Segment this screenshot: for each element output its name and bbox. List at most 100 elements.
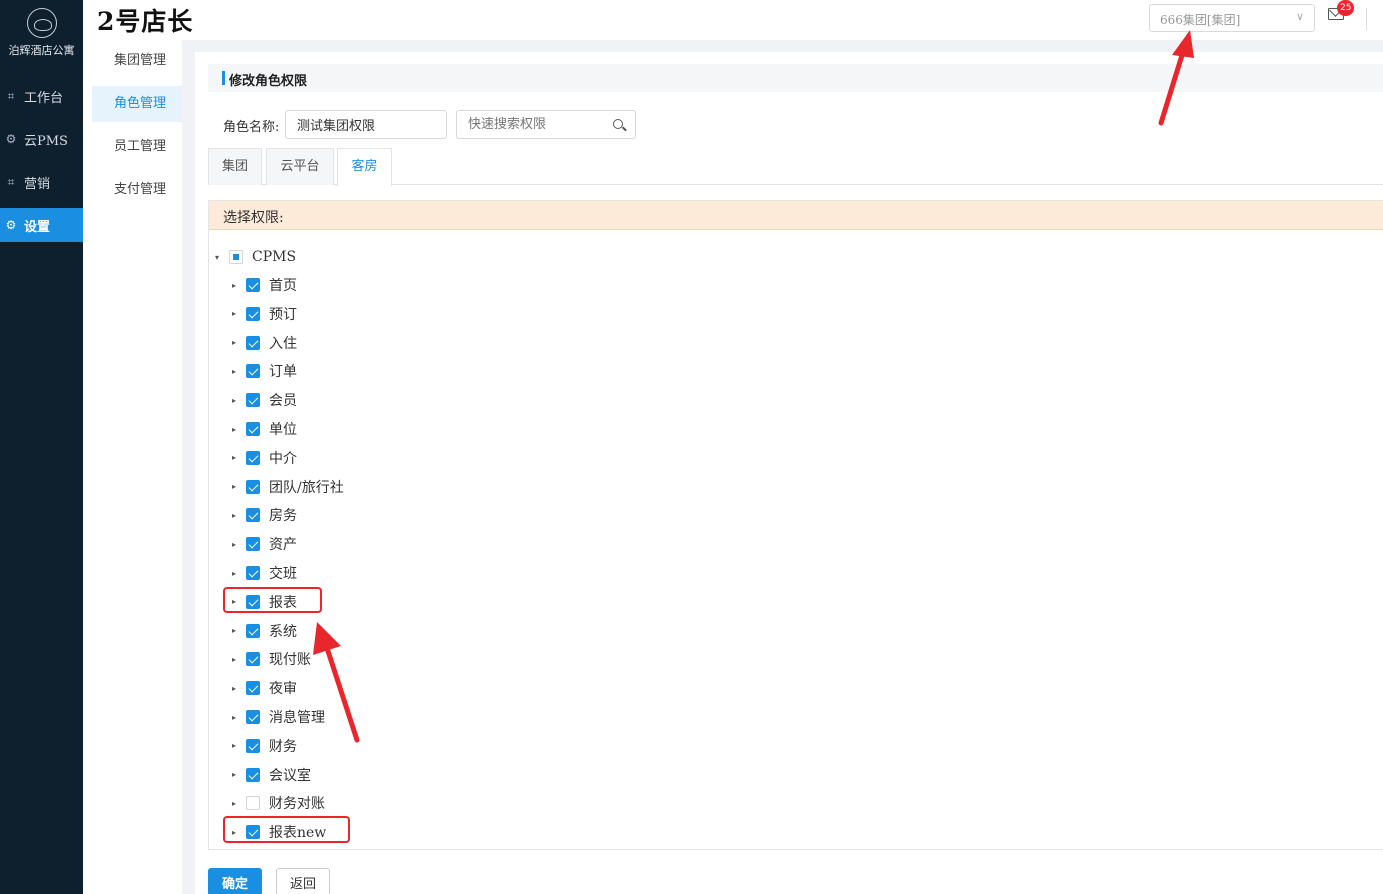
permission-search-input[interactable]	[456, 110, 636, 139]
caret-right-icon[interactable]: ▸	[232, 425, 242, 434]
tab-group[interactable]: 集团	[208, 148, 262, 185]
nav-item-label: 营销	[24, 176, 51, 192]
nav-item-label: 设置	[24, 219, 51, 235]
permission-checkbox[interactable]	[246, 508, 260, 523]
tree-node-item: ▸ 首页	[232, 274, 297, 296]
submenu-item-staff[interactable]: 员工管理	[92, 129, 182, 165]
caret-right-icon[interactable]: ▸	[232, 741, 242, 750]
permission-checkbox[interactable]	[246, 422, 260, 436]
permission-checkbox[interactable]	[246, 364, 260, 379]
workspace-icon: ⌗	[7, 89, 15, 103]
annotation-highlight	[223, 587, 322, 613]
submenu-item-roles[interactable]: 角色管理	[92, 86, 182, 122]
permission-label: 交班	[269, 566, 297, 582]
permission-checkbox[interactable]	[246, 278, 260, 292]
caret-down-icon[interactable]: ▾	[215, 253, 225, 262]
permission-checkbox[interactable]	[229, 250, 243, 264]
left-nav: 泊辉酒店公寓 ⌗ 工作台 ⚙ 云PMS ⌗ 营销 ⚙ 设置	[0, 0, 83, 894]
tree-node-item: ▸ 财务	[232, 735, 297, 757]
permission-label: 团队/旅行社	[269, 479, 344, 496]
permission-label: 财务对账	[269, 796, 325, 813]
app-title: 2号店长	[97, 7, 194, 36]
caret-right-icon[interactable]: ▸	[232, 799, 242, 808]
nav-item-label: 云PMS	[24, 133, 68, 149]
permission-label: 资产	[269, 537, 297, 554]
caret-right-icon[interactable]: ▸	[232, 367, 242, 376]
page-title: 修改角色权限	[229, 74, 308, 89]
caret-right-icon[interactable]: ▸	[232, 770, 242, 779]
caret-right-icon[interactable]: ▸	[232, 453, 242, 462]
caret-right-icon[interactable]: ▸	[232, 626, 242, 635]
back-button[interactable]: 返回	[276, 868, 330, 894]
brand-logo: 泊辉酒店公寓	[0, 0, 83, 70]
caret-right-icon[interactable]: ▸	[232, 540, 242, 549]
caret-right-icon[interactable]: ▸	[232, 338, 242, 347]
caret-right-icon[interactable]: ▸	[232, 511, 242, 520]
gear-icon: ⚙	[5, 218, 17, 232]
caret-right-icon[interactable]: ▸	[232, 684, 242, 693]
permission-checkbox[interactable]	[246, 681, 260, 696]
permission-section-header: 选择权限:	[209, 201, 1383, 230]
tree-node-root: ▾ CPMS	[215, 246, 296, 268]
top-header: 2号店长 666集团[集团] ∨ 25	[83, 0, 1383, 40]
caret-right-icon[interactable]: ▸	[232, 482, 242, 491]
search-icon[interactable]	[613, 119, 623, 129]
nav-item-workspace[interactable]: ⌗ 工作台	[0, 79, 83, 113]
notification-badge: 25	[1337, 0, 1355, 16]
chevron-down-icon: ∨	[1295, 10, 1304, 23]
caret-right-icon[interactable]: ▸	[232, 569, 242, 578]
tab-cloud-platform[interactable]: 云平台	[266, 148, 334, 185]
tree-node-item: ▸ 交班	[232, 562, 297, 584]
permission-checkbox[interactable]	[246, 738, 260, 753]
submenu-item-payment[interactable]: 支付管理	[92, 172, 182, 208]
permission-checkbox[interactable]	[246, 479, 260, 494]
tree-node-item: ▸ 单位	[232, 418, 297, 440]
tree-node-item: ▸ 会议室	[232, 764, 311, 786]
nav-item-cloud-pms[interactable]: ⚙ 云PMS	[0, 122, 83, 156]
caret-right-icon[interactable]: ▸	[232, 309, 242, 318]
caret-right-icon[interactable]: ▸	[232, 713, 242, 722]
tree-node-item: ▸ 房务	[232, 504, 297, 526]
permission-tree-panel: 选择权限: ▾ CPMS ▸ 首页 ▸ 预订 ▸ 入住 ▸ 订单 ▸ 会员 ▸ 单位 ▸ 中介 ▸ 团队/旅行社 ▸…	[208, 200, 1383, 850]
permission-label: 中介	[269, 450, 297, 467]
confirm-button[interactable]: 确定	[208, 868, 262, 894]
tab-guest-room[interactable]: 客房	[337, 148, 392, 186]
nav-item-marketing[interactable]: ⌗ 营销	[0, 165, 83, 199]
permission-checkbox[interactable]	[246, 393, 260, 408]
submenu-item-group[interactable]: 集团管理	[92, 43, 182, 79]
permission-label: 订单	[269, 364, 297, 381]
caret-right-icon[interactable]: ▸	[232, 281, 242, 290]
tree-node-item: ▸ 夜审	[232, 677, 297, 699]
role-name-input[interactable]	[285, 110, 447, 139]
logo-text: 泊辉酒店公寓	[8, 44, 75, 57]
permission-checkbox[interactable]	[246, 450, 260, 465]
permission-checkbox[interactable]	[246, 796, 260, 811]
permission-label: 预订	[269, 306, 297, 323]
tree-node-item: ▸ 消息管理	[232, 706, 325, 728]
permission-label: CPMS	[252, 249, 297, 265]
permission-checkbox[interactable]	[246, 623, 260, 638]
permission-checkbox[interactable]	[246, 306, 260, 321]
caret-right-icon[interactable]: ▸	[232, 655, 242, 664]
permission-label: 消息管理	[269, 710, 325, 726]
permission-checkbox[interactable]	[246, 767, 260, 782]
tree-node-item: ▸ 财务对账	[232, 792, 325, 814]
permission-label: 首页	[269, 278, 297, 294]
permission-checkbox[interactable]	[246, 566, 260, 580]
tree-node-item: ▸ 会员	[232, 389, 297, 411]
permission-checkbox[interactable]	[246, 335, 260, 350]
tree-node-item: ▸ 中介	[232, 447, 297, 469]
permission-label: 房务	[269, 508, 297, 525]
permission-label: 现付账	[269, 652, 311, 669]
group-select[interactable]: 666集团[集团] ∨	[1149, 4, 1315, 32]
tree-node-item: ▸ 系统	[232, 620, 297, 642]
permission-checkbox[interactable]	[246, 537, 260, 552]
permission-checkbox[interactable]	[246, 652, 260, 667]
permission-label: 会议室	[269, 767, 311, 784]
tree-node-item: ▸ 订单	[232, 360, 297, 382]
caret-right-icon[interactable]: ▸	[232, 396, 242, 405]
group-select-value: 666集团[集团]	[1160, 13, 1241, 27]
permission-checkbox[interactable]	[246, 710, 260, 724]
nav-item-settings[interactable]: ⚙ 设置	[0, 208, 83, 242]
settings-submenu: 集团管理 角色管理 员工管理 支付管理	[83, 40, 182, 894]
